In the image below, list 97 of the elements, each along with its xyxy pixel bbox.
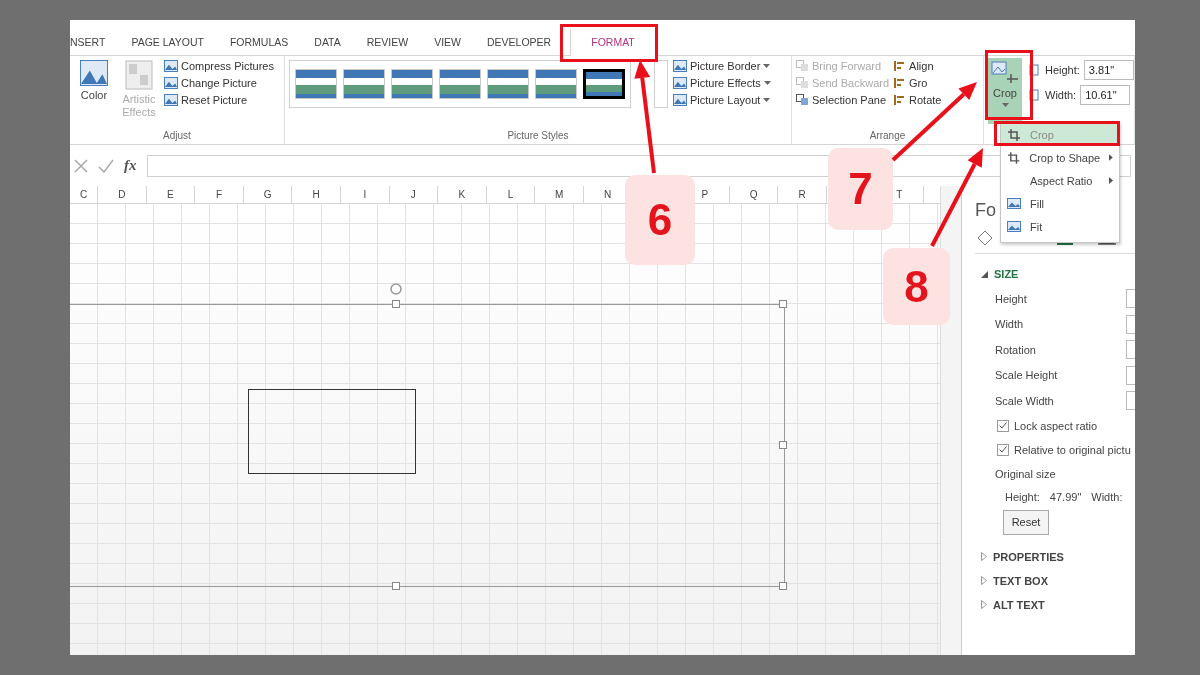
align-icon <box>894 94 907 106</box>
step-number: 7 <box>828 148 893 230</box>
ribbon-command[interactable]: Change Picture <box>164 77 274 89</box>
caret-icon <box>763 98 771 102</box>
input-field[interactable] <box>1126 289 1135 309</box>
width-label: Width: <box>1091 490 1123 503</box>
menu-item[interactable]: Crop to Shape <box>1001 146 1119 169</box>
checkbox[interactable] <box>997 443 1009 456</box>
column-header: R <box>778 186 827 203</box>
ribbon-tab[interactable]: NSERT <box>70 28 119 55</box>
menu-item[interactable]: Aspect Ratio <box>1001 169 1119 192</box>
layers-icon <box>796 60 809 72</box>
input-field[interactable] <box>1126 391 1135 411</box>
picture-style-thumbnail[interactable] <box>583 69 625 99</box>
checkbox-label: Relative to original pictu <box>1014 443 1131 456</box>
function-button[interactable]: fx <box>124 157 137 174</box>
section-header[interactable]: TEXT BOX <box>981 574 1135 587</box>
column-header: D <box>98 186 147 203</box>
column-header: M <box>535 186 584 203</box>
column-header: J <box>389 186 439 203</box>
ribbon-command[interactable]: Compress Pictures <box>164 60 274 72</box>
checkbox-label: Lock aspect ratio <box>1014 419 1098 432</box>
checkbox[interactable] <box>997 419 1009 432</box>
group-label: Picture Styles <box>506 130 570 143</box>
crop-icon <box>1007 127 1021 142</box>
column-header: G <box>243 186 293 203</box>
size-field[interactable]: Height: 3.81" <box>1027 60 1134 80</box>
size-icon <box>1027 64 1041 76</box>
field-label: Height <box>995 292 1027 305</box>
ribbon-command[interactable]: Picture Effects <box>673 77 771 89</box>
size-icon <box>1027 89 1041 101</box>
align-icon <box>894 77 907 89</box>
picture-style-gallery[interactable] <box>289 60 631 108</box>
resize-handle[interactable] <box>392 582 400 590</box>
group-label: Adjust <box>162 130 192 143</box>
menu-item[interactable]: Fill <box>1001 192 1119 215</box>
field-label: Width <box>995 318 1024 331</box>
resize-handle[interactable] <box>779 582 787 590</box>
reset-button[interactable]: Reset <box>1003 509 1049 535</box>
scrollbar[interactable] <box>940 186 961 655</box>
ribbon-button[interactable]: Color <box>74 58 114 104</box>
height-label: Height: <box>1005 490 1040 503</box>
group-label: Arrange <box>868 130 907 143</box>
section-header[interactable]: PROPERTIES <box>981 550 1135 563</box>
rotate-handle[interactable] <box>389 282 403 296</box>
menu-item[interactable]: Fit <box>1001 215 1119 238</box>
ribbon-command[interactable]: Selection Pane <box>796 94 890 106</box>
input-field[interactable] <box>1126 365 1135 385</box>
ribbon-tab[interactable]: REVIEW <box>353 28 422 55</box>
checkmark-icon <box>98 158 114 173</box>
section-header[interactable]: SIZE <box>981 268 1135 280</box>
ribbon-command[interactable]: Picture Border <box>673 60 771 72</box>
ribbon-command[interactable]: Picture Layout <box>673 94 771 106</box>
caret-icon <box>763 64 771 68</box>
close-icon <box>74 158 88 173</box>
size-field[interactable]: Width: 10.61" <box>1027 85 1134 105</box>
column-header: K <box>438 186 487 203</box>
ribbon-tab[interactable]: PAGE LAYOUT <box>118 28 217 55</box>
ribbon-tab[interactable]: DEVELOPER <box>474 28 565 55</box>
input-field[interactable] <box>1126 314 1135 334</box>
ribbon-tab[interactable]: FORMAT <box>570 28 656 56</box>
ribbon-command[interactable]: Gro <box>894 77 942 89</box>
caret-icon <box>1001 102 1009 107</box>
align-icon <box>894 60 907 72</box>
input-field[interactable] <box>1126 340 1135 360</box>
column-header: I <box>340 186 390 203</box>
layers-icon <box>796 94 809 106</box>
column-header: E <box>146 186 196 203</box>
pane-title: Fo <box>975 200 996 221</box>
resize-handle[interactable] <box>779 300 787 308</box>
ribbon-tab[interactable]: FORMULAS <box>216 28 302 55</box>
column-header: C <box>70 186 98 203</box>
ribbon-command[interactable]: Align <box>894 60 942 72</box>
ribbon-command[interactable]: Rotate <box>894 94 942 106</box>
column-header: H <box>292 186 341 203</box>
ribbon-tab[interactable]: DATA <box>301 28 354 55</box>
resize-handle[interactable] <box>392 300 400 308</box>
field-label: Scale Height <box>995 369 1058 382</box>
field-label: Scale Width <box>995 394 1054 407</box>
step-number: 6 <box>625 175 695 265</box>
ribbon-command[interactable]: Reset Picture <box>164 94 274 106</box>
resize-handle[interactable] <box>779 441 787 449</box>
column-header: Q <box>729 186 779 203</box>
crop-icon <box>1007 150 1021 165</box>
column-header: L <box>486 186 536 203</box>
caret-icon <box>763 81 771 85</box>
crop-button[interactable]: Crop <box>988 58 1022 124</box>
field-label: Rotation <box>995 343 1036 356</box>
height-value: 47.99" <box>1049 490 1082 503</box>
step-number: 8 <box>883 248 950 325</box>
ribbon-tab[interactable]: VIEW <box>421 28 474 55</box>
layers-icon <box>796 77 809 89</box>
original-size-label: Original size <box>995 467 1056 480</box>
artistic-effects-icon <box>125 60 153 90</box>
column-header: F <box>195 186 244 203</box>
crop-icon <box>990 60 1020 84</box>
section-header[interactable]: ALT TEXT <box>981 598 1135 611</box>
